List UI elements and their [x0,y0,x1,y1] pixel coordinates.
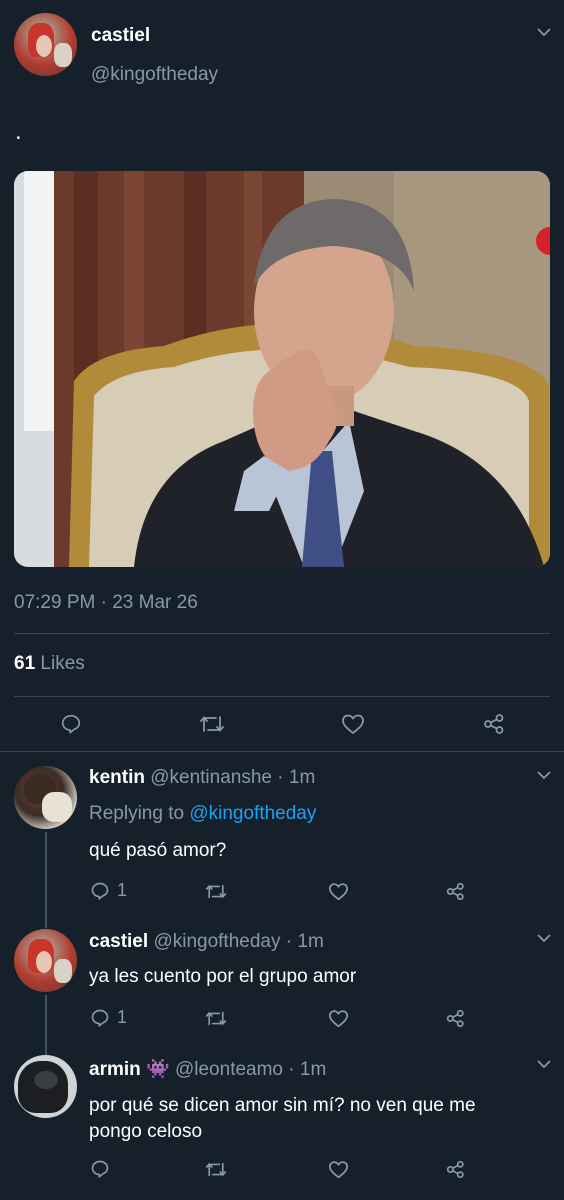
like-icon[interactable] [326,879,350,903]
like-icon[interactable] [326,1006,350,1030]
alien-monster-emoji: 👾 [146,1059,170,1080]
share-icon[interactable] [443,1006,467,1030]
divider [0,751,564,752]
share-icon[interactable] [481,711,507,737]
chevron-down-icon[interactable] [533,1056,555,1072]
replying-to-label: Replying to [89,803,185,824]
reply-time[interactable]: · 1m [288,1059,326,1080]
reply-avatar[interactable] [14,929,77,992]
reply-display-name[interactable]: armin [89,1059,141,1080]
reply-icon[interactable] [58,711,84,737]
retweet-icon[interactable] [198,711,226,737]
reply-header: castiel @kingoftheday · 1m [89,931,324,953]
divider [14,633,550,634]
retweet-icon[interactable] [203,879,229,903]
thread-line [45,832,47,928]
reply-text: ya les cuento por el grupo amor [89,966,357,987]
reply-header: armin 👾 @leonteamo · 1m [89,1057,326,1081]
likes-count: 61 [14,653,36,674]
author-display-name[interactable]: castiel [91,25,150,47]
reply-time[interactable]: · 1m [286,931,324,952]
tweet-text: . [15,118,22,145]
retweet-icon[interactable] [203,1157,229,1181]
like-icon[interactable] [340,711,366,737]
tweet-image[interactable] [14,171,550,567]
tweet-timestamp[interactable]: 07:29 PM · 23 Mar 26 [14,592,198,614]
reply-time[interactable]: · 1m [277,767,315,788]
reply-icon[interactable] [88,879,112,903]
reply-icon[interactable] [88,1157,112,1181]
reply-icon[interactable] [88,1006,112,1030]
reply-display-name[interactable]: castiel [89,931,148,952]
reply-count: 1 [117,1007,128,1027]
thread-line [45,995,47,1055]
likes-stat[interactable]: 61 Likes [14,653,85,675]
chevron-down-icon[interactable] [533,24,555,40]
author-handle[interactable]: @kingoftheday [91,64,218,86]
share-icon[interactable] [443,1157,467,1181]
reply-text-line: pongo celoso [89,1121,203,1142]
divider [14,696,550,697]
likes-label: Likes [40,653,85,674]
reply-display-name[interactable]: kentin [89,767,145,788]
retweet-icon[interactable] [203,1006,229,1030]
chevron-down-icon[interactable] [533,930,555,946]
reply-header: kentin @kentinanshe · 1m [89,767,315,789]
reply-handle[interactable]: @kentinanshe [150,767,272,788]
replying-to-handle[interactable]: @kingoftheday [189,803,316,824]
like-icon[interactable] [326,1157,350,1181]
reply-avatar[interactable] [14,1055,77,1118]
reply-text: qué pasó amor? [89,840,227,861]
author-avatar[interactable] [14,13,77,76]
share-icon[interactable] [443,879,467,903]
reply-handle[interactable]: @kingoftheday [153,931,280,952]
reply-handle[interactable]: @leonteamo [175,1059,283,1080]
tweet-photo-illustration [14,171,550,567]
reply-avatar[interactable] [14,766,77,829]
reply-text: por qué se dicen amor sin mí? no ven que… [89,1093,476,1145]
chevron-down-icon[interactable] [533,767,555,783]
reply-count: 1 [117,880,128,900]
reply-text-line: por qué se dicen amor sin mí? no ven que… [89,1095,476,1116]
replying-to: Replying to @kingoftheday [89,803,316,825]
